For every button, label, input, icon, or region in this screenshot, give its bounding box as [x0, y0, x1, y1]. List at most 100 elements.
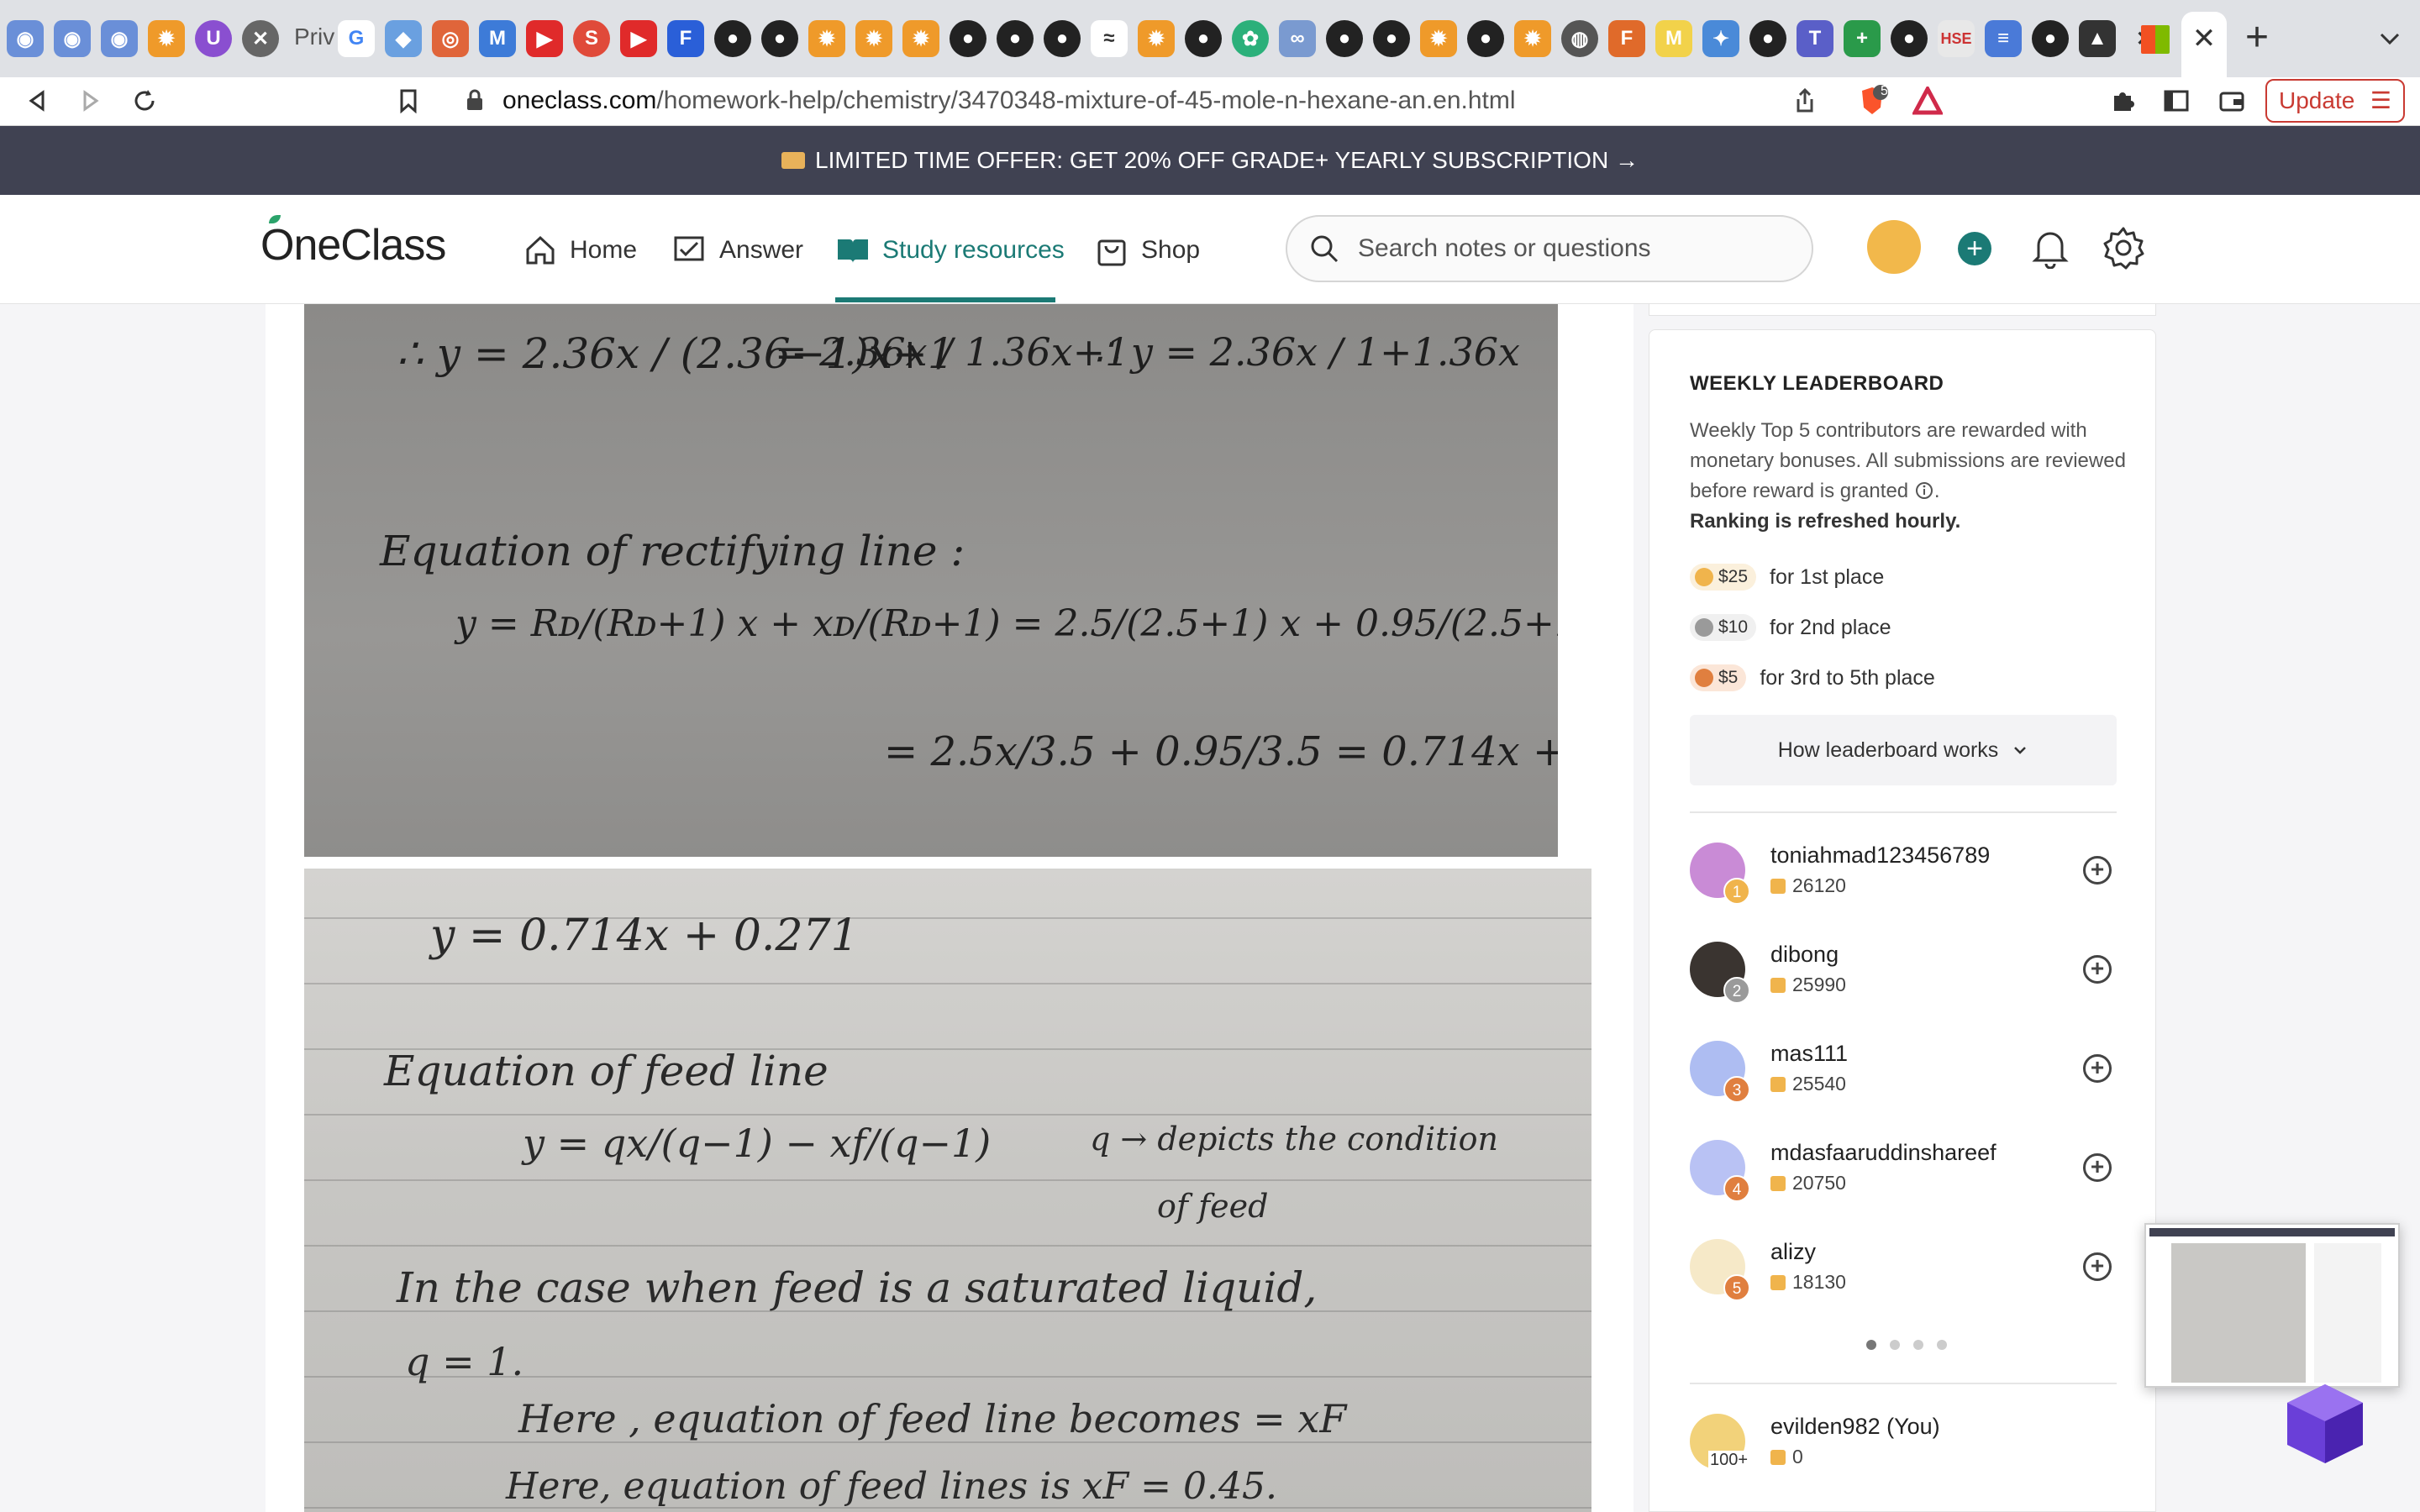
tab-favicon-bird-dark-icon[interactable]: ▲: [2079, 20, 2116, 57]
back-icon[interactable]: [17, 81, 57, 121]
bell-icon[interactable]: [2032, 227, 2069, 269]
follow-plus-icon[interactable]: +: [2083, 1054, 2112, 1083]
update-button[interactable]: Update ☰: [2265, 79, 2405, 123]
username[interactable]: evilden982 (You): [1770, 1414, 1940, 1440]
tab-favicon-sun-icon[interactable]: ✹: [855, 20, 892, 57]
leaderboard-row-2[interactable]: 2 dibong 25990 +: [1690, 940, 2117, 1016]
tab-favicon-bot-icon[interactable]: ◉: [7, 20, 44, 57]
pager-dot[interactable]: [1913, 1340, 1923, 1350]
tab-favicon-sun-icon[interactable]: ✹: [1138, 20, 1175, 57]
how-leaderboard-works-toggle[interactable]: How leaderboard works: [1690, 715, 2117, 785]
user-avatar[interactable]: [1867, 220, 1921, 274]
follow-plus-icon[interactable]: +: [2083, 955, 2112, 984]
tab-favicon-youtube-icon[interactable]: ▶: [526, 20, 563, 57]
new-tab-button[interactable]: +: [2245, 17, 2269, 59]
info-icon[interactable]: [1914, 480, 1934, 501]
tab-favicon-hse-icon[interactable]: HSE: [1938, 20, 1975, 57]
oneclass-logo[interactable]: OneClass: [260, 220, 446, 270]
gear-icon[interactable]: [2101, 225, 2146, 270]
tab-favicon-x-icon[interactable]: ✕: [242, 20, 279, 57]
tab-favicon-github-icon[interactable]: ●: [1326, 20, 1363, 57]
tab-favicon-sun-icon[interactable]: ✹: [808, 20, 845, 57]
brave-rewards-icon[interactable]: [1907, 81, 1948, 121]
tab-favicon-bird-icon[interactable]: ≈: [1091, 20, 1128, 57]
leaderboard-row-3[interactable]: 3 mas111 25540 +: [1690, 1039, 2117, 1115]
tab-favicon-bot-icon[interactable]: ◉: [54, 20, 91, 57]
tab-favicon-github-icon[interactable]: ●: [1467, 20, 1504, 57]
tab-favicon-github-icon[interactable]: ●: [2032, 20, 2069, 57]
tab-favicon-sun-icon[interactable]: ✹: [1514, 20, 1551, 57]
follow-plus-icon[interactable]: +: [2083, 1252, 2112, 1281]
tab-favicon-f-icon[interactable]: F: [667, 20, 704, 57]
tab-favicon-sun-icon[interactable]: ✹: [148, 20, 185, 57]
pager-dot[interactable]: [1937, 1340, 1947, 1350]
tab-favicon-globe-icon[interactable]: ◍: [1561, 20, 1598, 57]
tab-favicon-u-icon[interactable]: U: [195, 20, 232, 57]
leaderboard-row-me[interactable]: 100+ evilden982 (You) 0: [1690, 1412, 2117, 1488]
tab-favicon-docs-icon[interactable]: ≡: [1985, 20, 2022, 57]
username[interactable]: dibong: [1770, 942, 1839, 968]
tab-favicon-github-icon[interactable]: ●: [761, 20, 798, 57]
brave-shields-icon[interactable]: 5: [1852, 81, 1892, 121]
nav-study-resources[interactable]: Study resources: [835, 232, 1065, 269]
search-input[interactable]: [1358, 234, 1795, 263]
add-content-button[interactable]: +: [1958, 232, 1991, 265]
tab-favicon-m-icon[interactable]: M: [479, 20, 516, 57]
tab-favicon-chatgpt-icon[interactable]: ✿: [1232, 20, 1269, 57]
tab-favicon-cube-icon[interactable]: ◆: [385, 20, 422, 57]
page-preview-thumbnail[interactable]: [2144, 1223, 2400, 1388]
tab-favicon-github-icon[interactable]: ●: [714, 20, 751, 57]
bookmark-icon[interactable]: [388, 81, 429, 121]
nav-answer[interactable]: Answer: [672, 232, 803, 269]
tab-favicon-teams-icon[interactable]: T: [1797, 20, 1833, 57]
leaderboard-row-5[interactable]: 5 alizy 18130 +: [1690, 1237, 2117, 1313]
forward-icon[interactable]: [71, 81, 111, 121]
tab-search-chevron-icon[interactable]: [2373, 22, 2407, 55]
address-bar[interactable]: oneclass.com/homework-help/chemistry/347…: [444, 77, 1956, 124]
tab-favicon-link-icon[interactable]: ∞: [1279, 20, 1316, 57]
tab-favicon-github-icon[interactable]: ●: [1373, 20, 1410, 57]
nav-shop[interactable]: Shop: [1094, 232, 1200, 269]
tab-favicon-app-icon[interactable]: ◎: [432, 20, 469, 57]
extensions-puzzle-icon[interactable]: [2102, 81, 2143, 121]
tab-favicon-microsoft-icon[interactable]: [2141, 25, 2170, 54]
tab-favicon-sun-icon[interactable]: ✹: [902, 20, 939, 57]
tab-favicon-github-icon[interactable]: ●: [1044, 20, 1081, 57]
tab-favicon-m-yellow-icon[interactable]: M: [1655, 20, 1692, 57]
tab-favicon-github-icon[interactable]: ●: [1749, 20, 1786, 57]
tab-favicon-bot-icon[interactable]: ◉: [101, 20, 138, 57]
follow-plus-icon[interactable]: +: [2083, 856, 2112, 885]
points-icon: [1770, 1449, 1786, 1465]
leaderboard-row-4[interactable]: 4 mdasfaaruddinshareef 20750 +: [1690, 1138, 2117, 1214]
pager-dot[interactable]: [1866, 1340, 1876, 1350]
tab-favicon-github-icon[interactable]: ●: [997, 20, 1034, 57]
sidebar-toggle-icon[interactable]: [2156, 81, 2196, 121]
tab-favicon-youtube-icon[interactable]: ▶: [620, 20, 657, 57]
menu-icon: ☰: [2370, 87, 2391, 113]
cube-icon[interactable]: [2279, 1378, 2371, 1470]
promo-banner[interactable]: LIMITED TIME OFFER: GET 20% OFF GRADE+ Y…: [0, 126, 2420, 195]
search-box[interactable]: [1286, 215, 1813, 282]
nav-home[interactable]: Home: [523, 232, 637, 269]
pager-dot[interactable]: [1890, 1340, 1900, 1350]
follow-plus-icon[interactable]: +: [2083, 1153, 2112, 1182]
tab-favicon-s-icon[interactable]: S: [573, 20, 610, 57]
wallet-icon[interactable]: [2212, 81, 2252, 121]
tab-favicon-puzzle-icon[interactable]: ✦: [1702, 20, 1739, 57]
tab-favicon-google-icon[interactable]: G: [338, 20, 375, 57]
reload-icon[interactable]: [124, 81, 165, 121]
username[interactable]: alizy: [1770, 1239, 1816, 1265]
username[interactable]: mas111: [1770, 1041, 1848, 1067]
close-tab-icon[interactable]: ✕: [2191, 22, 2217, 55]
username[interactable]: mdasfaaruddinshareef: [1770, 1140, 1996, 1166]
share-icon[interactable]: [1785, 81, 1825, 121]
tab-favicon-sheets-icon[interactable]: +: [1844, 20, 1881, 57]
username[interactable]: toniahmad123456789: [1770, 843, 1990, 869]
tab-favicon-github-icon[interactable]: ●: [1891, 20, 1928, 57]
tab-favicon-sun-icon[interactable]: ✹: [1420, 20, 1457, 57]
leaderboard-row-1[interactable]: 1 toniahmad123456789 26120 +: [1690, 841, 2117, 916]
tab-label-priv[interactable]: Priv: [294, 24, 334, 50]
tab-favicon-github-icon[interactable]: ●: [950, 20, 986, 57]
tab-favicon-github-icon[interactable]: ●: [1185, 20, 1222, 57]
tab-favicon-f-orange-icon[interactable]: F: [1608, 20, 1645, 57]
